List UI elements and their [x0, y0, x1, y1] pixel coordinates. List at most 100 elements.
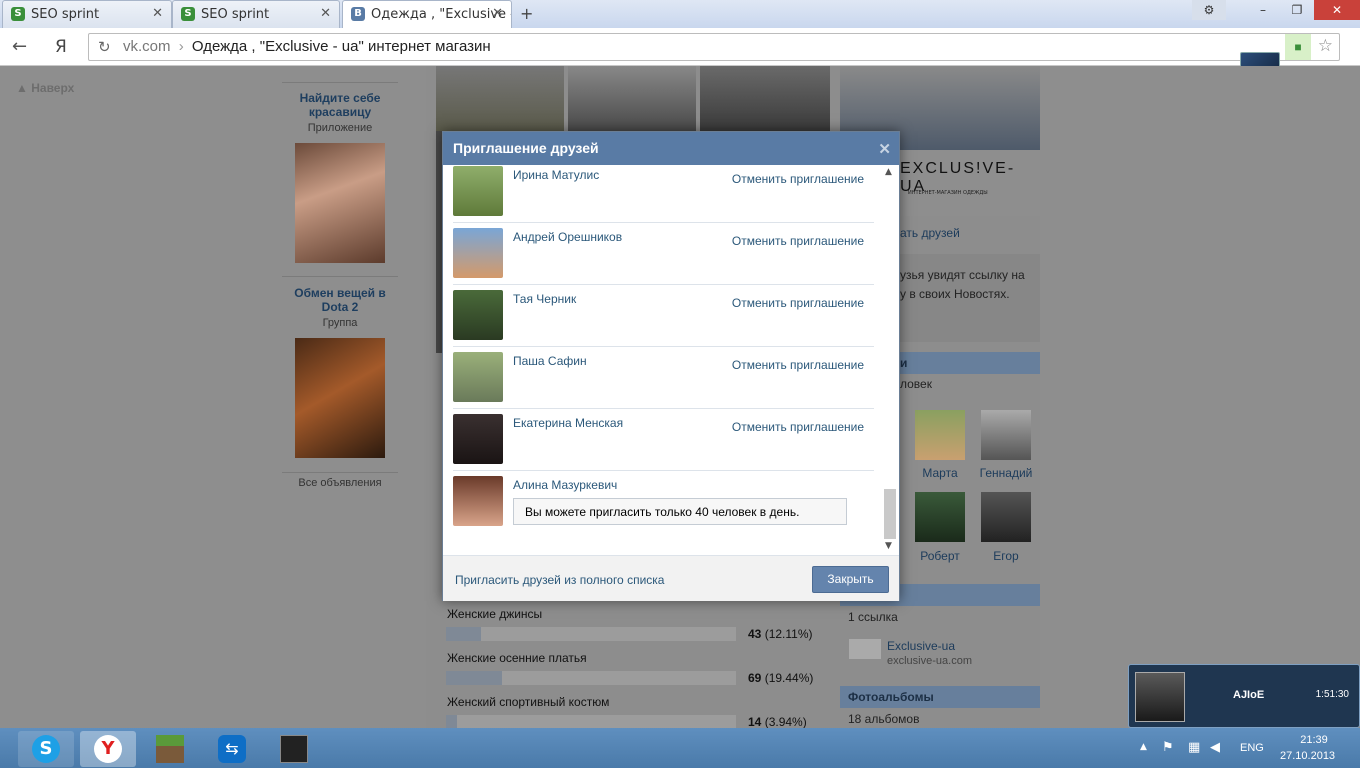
close-icon[interactable]: ✕ — [492, 6, 503, 21]
list-item: Паша Сафин Отменить приглашение — [453, 347, 874, 409]
tab-seo-sprint-1[interactable]: S SEO sprint ✕ — [2, 0, 172, 28]
notification-popup[interactable]: AJIoE 1:51:30 — [1128, 664, 1360, 728]
friend-name[interactable]: Тая Черник — [513, 292, 576, 306]
albums-count[interactable]: 18 альбомов — [840, 709, 1040, 729]
albums-header[interactable]: Фотоальбомы — [840, 686, 1040, 708]
scroll-down-icon[interactable]: ▼ — [885, 541, 892, 551]
ad-photo-girl[interactable] — [295, 143, 385, 263]
friend-name[interactable]: Марта — [910, 466, 970, 480]
poll-bar[interactable] — [446, 627, 736, 641]
friend-avatar[interactable] — [915, 492, 965, 542]
reload-icon[interactable]: ↻ — [98, 38, 111, 56]
link-title[interactable]: Exclusive-ua — [887, 639, 955, 653]
friend-avatar[interactable] — [453, 414, 503, 464]
skype-icon[interactable]: S — [18, 731, 74, 767]
product-photo[interactable] — [436, 66, 564, 131]
back-to-top-link[interactable]: ▲ Наверх — [16, 81, 74, 95]
up-arrow-icon: ▲ — [16, 81, 28, 95]
back-arrow-icon[interactable]: ← — [12, 36, 27, 57]
product-photo[interactable] — [568, 66, 696, 131]
poll-option-name: Женский спортивный костюм — [447, 695, 610, 709]
clock-time[interactable]: 21:39 — [1292, 734, 1336, 746]
teamviewer-icon[interactable]: ⇆ — [204, 731, 260, 767]
window-close-button[interactable]: ✕ — [1314, 0, 1360, 20]
friend-avatar[interactable] — [453, 290, 503, 340]
volume-icon[interactable]: ◀ — [1210, 740, 1220, 755]
list-item: Тая Черник Отменить приглашение — [453, 285, 874, 347]
friend-name[interactable]: Ирина Матулис — [513, 168, 599, 182]
new-tab-button[interactable]: + — [520, 4, 533, 23]
scroll-up-icon[interactable]: ▲ — [885, 167, 892, 177]
scrollbar[interactable]: ▲ ▼ — [883, 167, 897, 551]
yandex-browser-icon[interactable]: Y — [80, 731, 136, 767]
friend-avatar[interactable] — [453, 352, 503, 402]
list-item: Екатерина Менская Отменить приглашение — [453, 409, 874, 471]
friend-name[interactable]: Екатерина Менская — [513, 416, 623, 430]
close-icon[interactable]: ✕ — [878, 140, 891, 158]
clock-date[interactable]: 27.10.2013 — [1280, 750, 1335, 762]
settings-icon[interactable]: ⚙ — [1192, 0, 1226, 20]
lock-icon[interactable]: ■ — [1285, 34, 1311, 60]
bookmark-star-icon[interactable]: ☆ — [1318, 36, 1333, 56]
tab-vk-exclusive[interactable]: В Одежда , "Exclusive - u ✕ — [342, 0, 512, 28]
ad-title[interactable]: Найдите себе красавицу — [282, 91, 398, 119]
ad-block[interactable]: Обмен вещей в Dota 2 Группа — [282, 276, 398, 458]
vk-icon: В — [351, 7, 365, 21]
notification-name: AJIoE — [1233, 689, 1265, 701]
friend-avatar[interactable] — [453, 166, 503, 216]
friend-avatar[interactable] — [453, 228, 503, 278]
cancel-invite-link[interactable]: Отменить приглашение — [732, 296, 864, 310]
cancel-invite-link[interactable]: Отменить приглашение — [732, 172, 864, 186]
share-hint-line: узья увидят ссылку на — [900, 268, 1025, 282]
cancel-invite-link[interactable]: Отменить приглашение — [732, 420, 864, 434]
app-icon[interactable] — [266, 731, 322, 767]
product-photo[interactable] — [700, 66, 830, 131]
window-controls: ⚙ – ❐ ✕ — [1192, 0, 1360, 20]
poll-bar-fill — [446, 671, 503, 685]
omnibox[interactable]: ↻ vk.com › Одежда , "Exclusive - ua" инт… — [88, 33, 1340, 61]
friend-name[interactable]: Алина Мазуркевич — [513, 478, 617, 492]
yandex-icon[interactable]: Я — [55, 37, 67, 57]
tray-arrow-icon[interactable]: ▲ — [1140, 742, 1147, 752]
ad-title[interactable]: Обмен вещей в Dota 2 — [282, 286, 398, 314]
cancel-invite-link[interactable]: Отменить приглашение — [732, 358, 864, 372]
minimize-button[interactable]: – — [1246, 0, 1280, 20]
scrollbar-thumb[interactable] — [884, 489, 896, 539]
invite-friends-dialog: Приглашение друзей ✕ Ирина Матулис Отмен… — [442, 131, 900, 601]
poll-bar[interactable] — [446, 715, 736, 729]
tab-title: SEO sprint — [31, 7, 100, 22]
friend-name[interactable]: Геннадий — [976, 466, 1036, 480]
links-count[interactable]: 1 ссылка — [840, 607, 1040, 627]
notification-time: 1:51:30 — [1315, 689, 1349, 700]
poll-bar[interactable] — [446, 671, 736, 685]
seo-sprint-icon: S — [181, 7, 195, 21]
close-icon[interactable]: ✕ — [152, 6, 163, 21]
friend-name[interactable]: Паша Сафин — [513, 354, 587, 368]
maximize-button[interactable]: ❐ — [1280, 0, 1314, 20]
minecraft-icon[interactable] — [142, 731, 198, 767]
invite-limit-message: Вы можете пригласить только 40 человек в… — [513, 498, 847, 525]
invite-full-list-link[interactable]: Пригласить друзей из полного списка — [455, 573, 664, 587]
ad-block[interactable]: Найдите себе красавицу Приложение — [282, 82, 398, 263]
friend-name[interactable]: Андрей Орешников — [513, 230, 622, 244]
ad-photo-dota[interactable] — [295, 338, 385, 458]
tab-seo-sprint-2[interactable]: S SEO sprint ✕ — [172, 0, 340, 28]
friend-avatar[interactable] — [453, 476, 503, 526]
invite-friends-link[interactable]: ать друзей — [900, 226, 960, 240]
friend-name[interactable]: Егор — [976, 549, 1036, 563]
cancel-invite-link[interactable]: Отменить приглашение — [732, 234, 864, 248]
friend-name[interactable]: Роберт — [910, 549, 970, 563]
all-ads-link[interactable]: Все объявления — [282, 472, 398, 489]
friend-avatar[interactable] — [915, 410, 965, 460]
close-button[interactable]: Закрыть — [812, 566, 889, 593]
tab-title: SEO sprint — [201, 7, 270, 22]
action-center-flag-icon[interactable]: ⚑ — [1162, 740, 1174, 755]
friend-avatar[interactable] — [981, 492, 1031, 542]
close-icon[interactable]: ✕ — [320, 6, 331, 21]
language-indicator[interactable]: ENG — [1240, 742, 1264, 754]
friend-avatar[interactable] — [981, 410, 1031, 460]
tab-title: Одежда , "Exclusive - u — [371, 7, 512, 22]
link-thumbnail[interactable] — [849, 639, 881, 659]
ad-subtitle: Группа — [322, 317, 358, 329]
network-icon[interactable]: ▦ — [1188, 740, 1200, 755]
